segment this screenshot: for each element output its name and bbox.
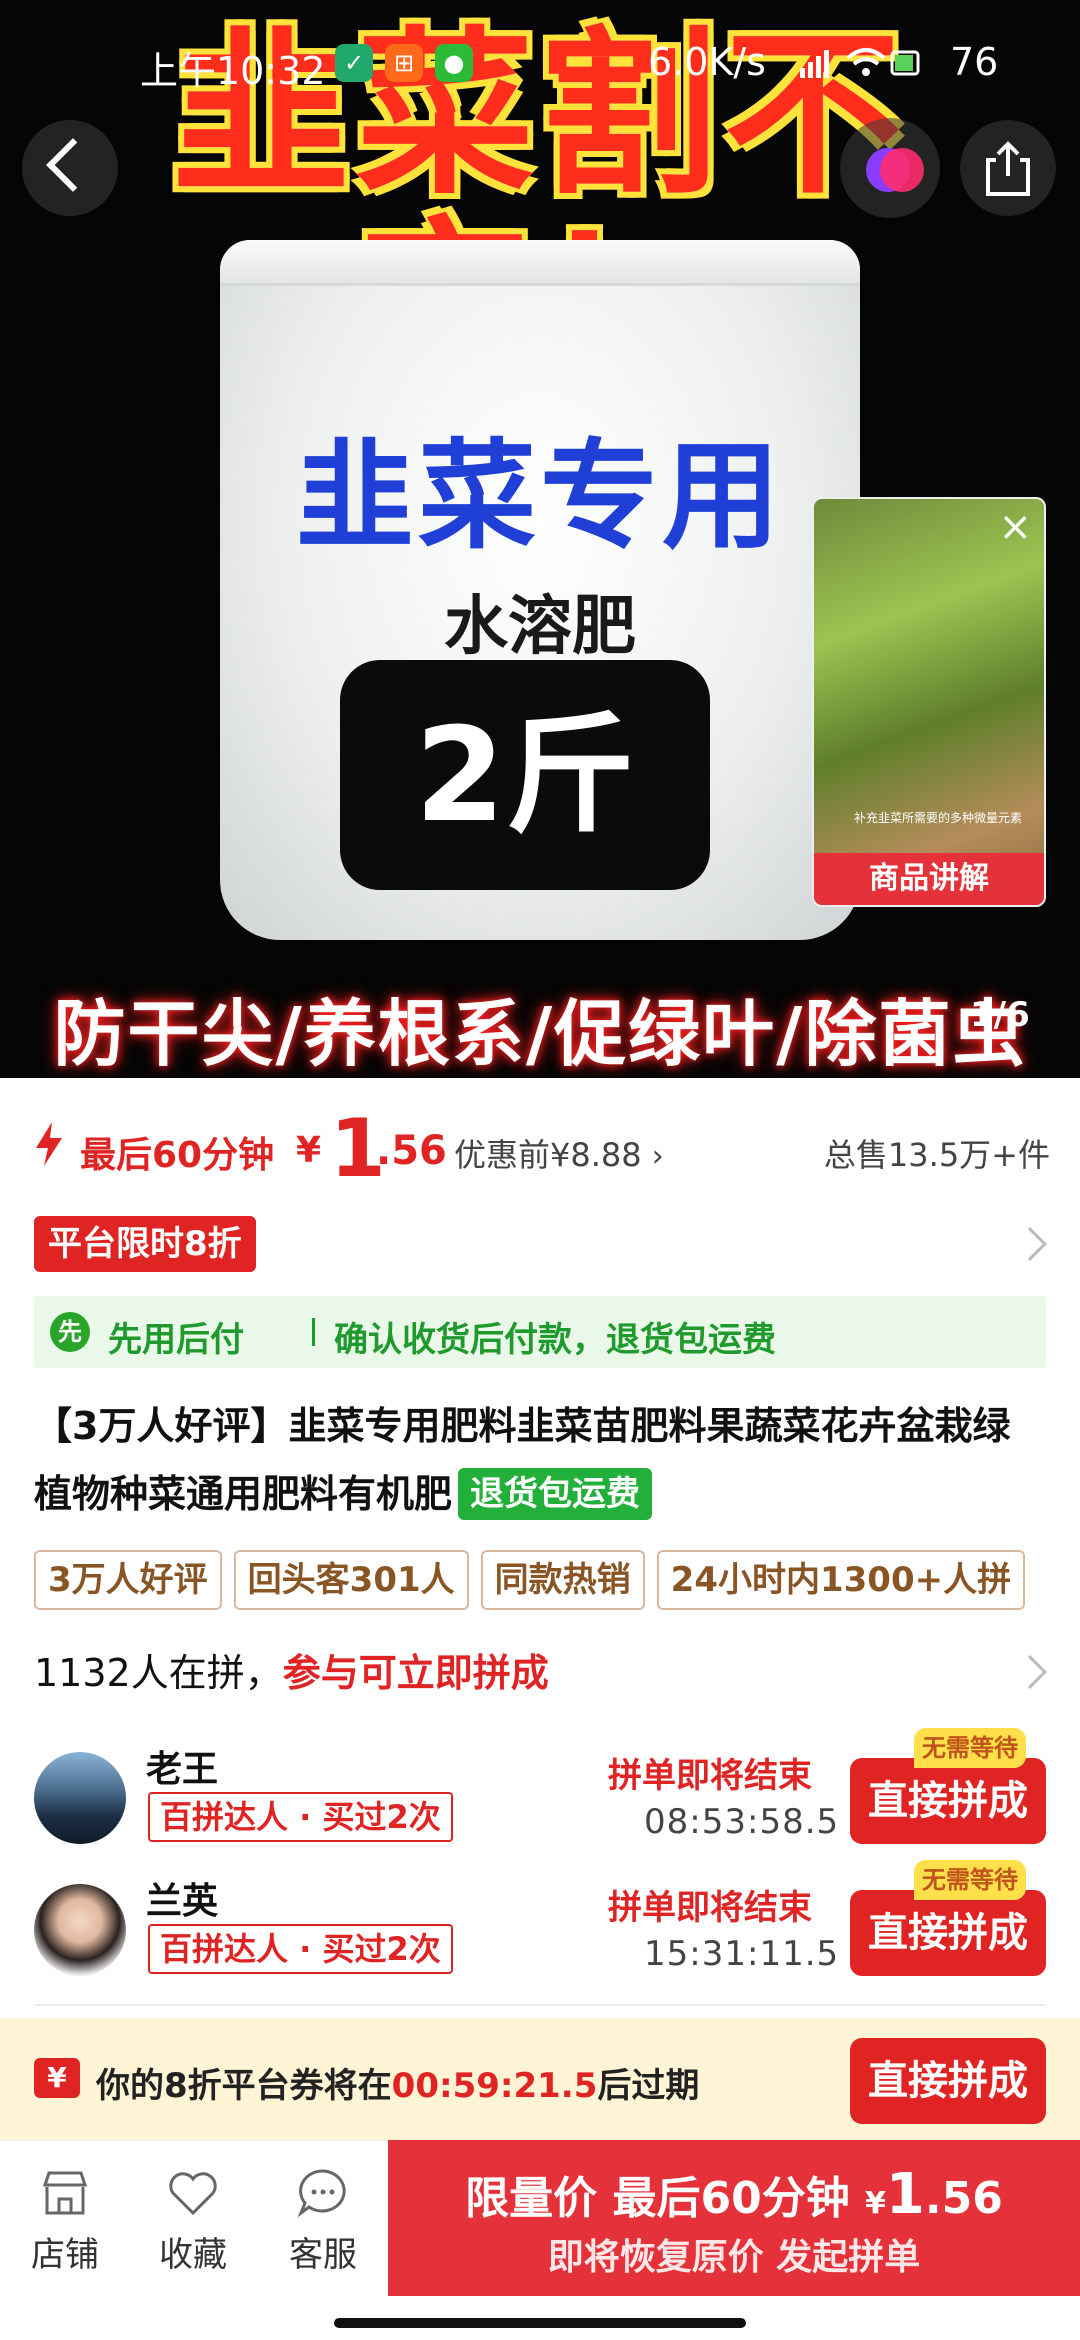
cta-subtitle: 即将恢复原价 发起拼单 [547, 2237, 921, 2278]
coupon-expiry-bar: ¥ 你的8折平台券将在00:59:21.5后过期 直接拼成 [0, 2018, 1080, 2140]
avatar [34, 1884, 126, 1976]
image-page-indicator: 1/6 [970, 995, 1030, 1035]
buyer-name: 老王 [146, 1749, 219, 1790]
product-title: 【3万人好评】韭菜专用肥料韭菜苗肥料果蔬菜花卉盆栽绿植物种菜通用肥料有机肥 退货包… [34, 1392, 1046, 1528]
total-sold: 总售13.5万+件 [823, 1136, 1050, 1174]
bag-title: 韭菜专用 [295, 427, 784, 565]
share-button[interactable] [960, 120, 1056, 216]
tag-item: 3万人好评 [34, 1550, 222, 1610]
hero-bottom-text: 防干尖/养根系/促绿叶/除菌虫 [53, 992, 1027, 1076]
group-countdown: 15:31:11.5 [644, 1934, 840, 1974]
pay-later-banner[interactable]: 先 先用后付 确认收货后付款，退货包运费 [34, 1296, 1046, 1368]
tag-list: 3万人好评 回头客301人 同款热销 24小时内1300+人拼 [34, 1550, 1080, 1612]
no-wait-badge: 无需等待 [914, 1728, 1026, 1768]
live-avatar-button[interactable] [840, 118, 940, 218]
start-group-buy-button[interactable]: 限量价 最后60分钟 ¥1.56 即将恢复原价 发起拼单 [388, 2140, 1080, 2296]
lightning-icon [36, 1122, 62, 1166]
divider [34, 2004, 1046, 2006]
product-bag-image: 韭菜专用 水溶肥 2斤 [220, 240, 860, 940]
group-buy-row: 老王 百拼达人 · 买过2次 拼单即将结束 08:53:58.5 直接拼成 无需… [34, 1728, 1046, 1860]
no-wait-badge: 无需等待 [914, 1860, 1026, 1900]
shield-icon: ✓ [335, 44, 373, 82]
bag-weight: 2斤 [340, 660, 710, 890]
join-group-button[interactable]: 直接拼成 [850, 1890, 1046, 1976]
status-time: 上午10:32 [140, 49, 326, 93]
price-label: 最后60分钟 [80, 1135, 275, 1176]
signal-wifi-icon [800, 44, 920, 89]
store-icon [42, 2171, 88, 2215]
tag-item: 回头客301人 [233, 1550, 469, 1610]
status-bar: 上午10:32 ✓ ⊞ ● 6.0K/s 76 [0, 0, 1080, 120]
divider [312, 1318, 315, 1346]
tag-item: 同款热销 [480, 1550, 645, 1610]
chevron-right-icon[interactable] [1013, 1655, 1047, 1689]
group-buy-row: 兰英 百拼达人 · 买过2次 拼单即将结束 15:31:11.5 直接拼成 无需… [34, 1860, 1046, 1992]
back-button[interactable] [22, 120, 118, 216]
original-price-link[interactable]: 优惠前¥8.88 › [454, 1130, 664, 1176]
coupon-text: 你的8折平台券将在00:59:21.5后过期 [96, 2066, 700, 2106]
coupon-join-button[interactable]: 直接拼成 [850, 2038, 1046, 2124]
video-caption: 补充韭菜所需要的多种微量元素 [854, 811, 1023, 825]
share-icon [986, 141, 1030, 196]
close-icon[interactable]: × [998, 507, 1032, 547]
buyer-badge: 百拼达人 · 买过2次 [148, 1792, 453, 1842]
join-group-button[interactable]: 直接拼成 [850, 1758, 1046, 1844]
avatar [34, 1752, 126, 1844]
home-indicator[interactable] [334, 2318, 746, 2328]
chevron-left-icon [46, 138, 100, 192]
customer-service-button[interactable]: 客服 [268, 2165, 378, 2276]
pay-later-icon: 先 [50, 1312, 90, 1352]
pay-later-detail: 确认收货后付款，退货包运费 [334, 1320, 776, 1360]
product-video-thumbnail[interactable]: × 补充韭菜所需要的多种微量元素 商品讲解 [812, 497, 1046, 907]
tag-item: 24小时内1300+人拼 [656, 1550, 1026, 1610]
app-icon: ⊞ [385, 44, 423, 82]
video-label: 商品讲解 [814, 853, 1044, 905]
battery-level: 76 [950, 40, 999, 84]
buyer-badge: 百拼达人 · 买过2次 [148, 1924, 453, 1974]
network-speed: 6.0K/s [648, 40, 766, 84]
heart-icon [169, 2172, 217, 2216]
group-ending-label: 拼单即将结束 [608, 1888, 812, 1928]
price-row: 最后60分钟 ¥ 1 .56 优惠前¥8.88 › 总售13.5万+件 [34, 1102, 1050, 1195]
bag-seal [220, 240, 860, 286]
cta-price-line: 限量价 最后60分钟 ¥1.56 [465, 2162, 1003, 2227]
coupon-icon: ¥ [34, 2058, 80, 2098]
favorite-button[interactable]: 收藏 [138, 2165, 248, 2276]
price-decimal: .56 [376, 1128, 447, 1174]
chat-icon [297, 2169, 346, 2218]
group-ending-label: 拼单即将结束 [608, 1756, 812, 1796]
refund-badge: 退货包运费 [458, 1468, 653, 1520]
chevron-right-icon[interactable] [1013, 1227, 1047, 1261]
pay-later-title: 先用后付 [108, 1320, 244, 1360]
store-button[interactable]: 店铺 [10, 2165, 120, 2276]
bag-subtitle: 水溶肥 [444, 590, 636, 664]
wechat-icon: ● [435, 44, 473, 82]
price-currency: ¥ [296, 1130, 322, 1171]
group-buy-header[interactable]: 1132人在拼，参与可立即拼成 [34, 1642, 549, 1697]
group-countdown: 08:53:58.5 [644, 1802, 840, 1842]
buyer-name: 兰英 [146, 1881, 219, 1922]
promo-discount-tag: 平台限时8折 [34, 1216, 256, 1272]
